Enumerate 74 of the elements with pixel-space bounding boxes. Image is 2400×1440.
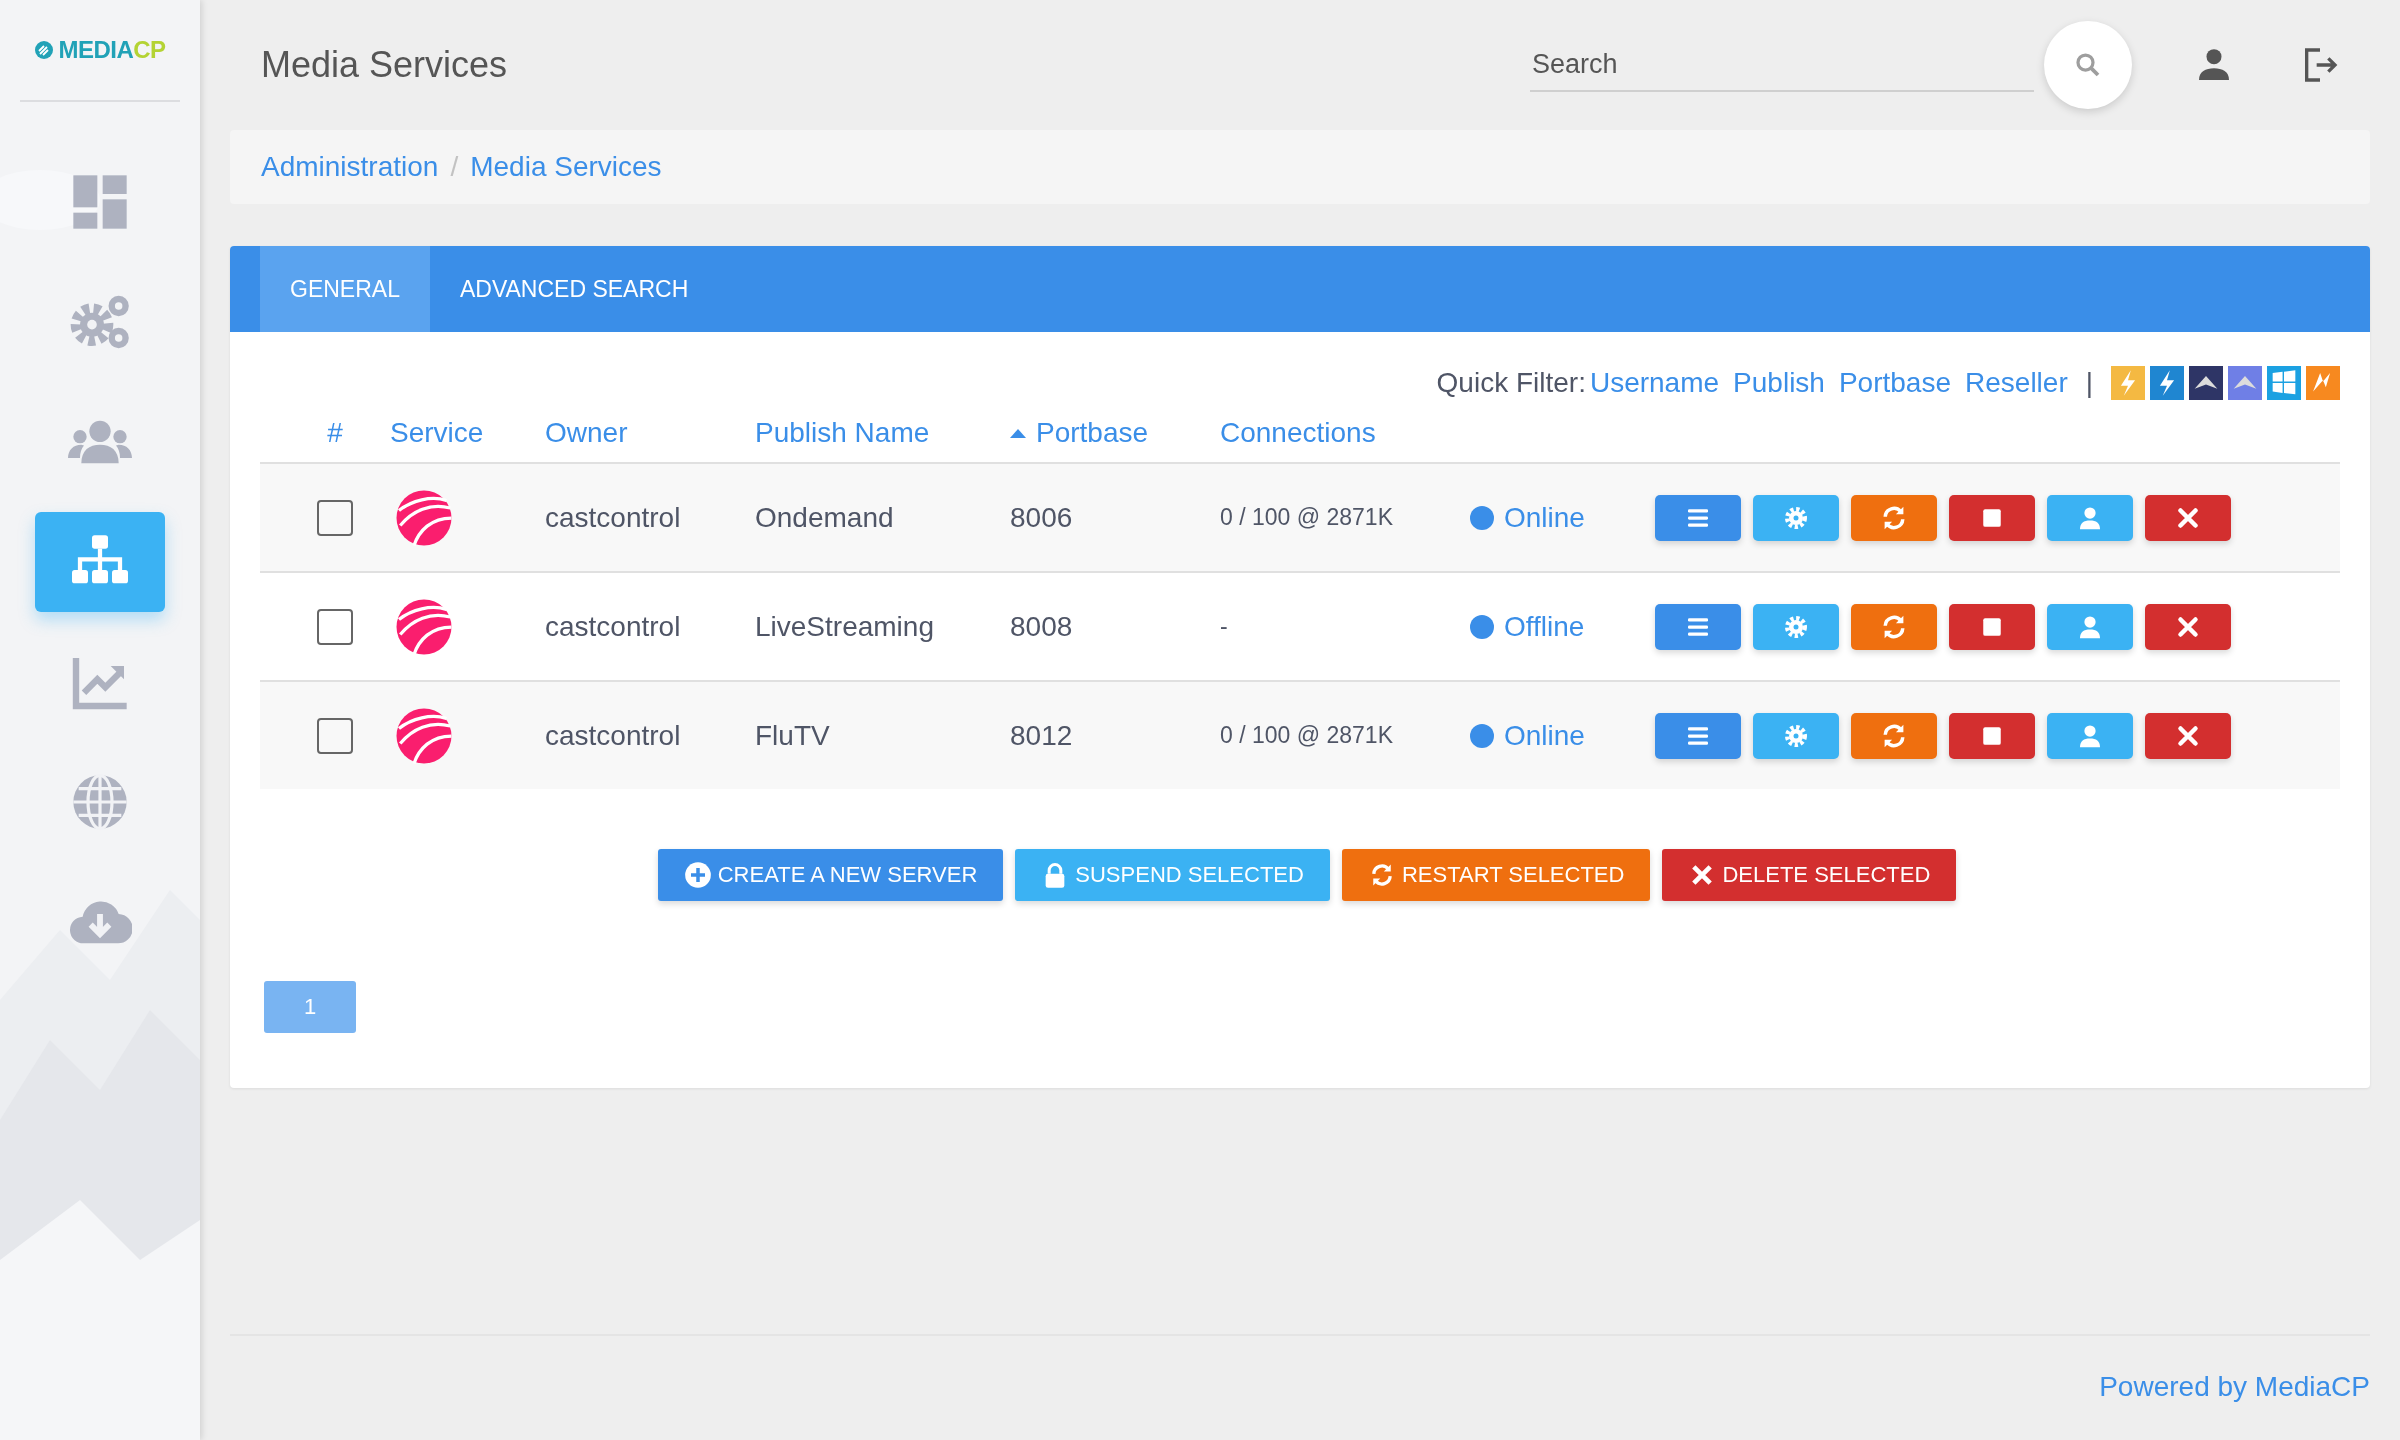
wings-icon[interactable] [2189,366,2223,400]
row-user-button[interactable] [2047,603,2133,650]
lightning-icon[interactable] [2306,366,2340,400]
column-header[interactable]: Portbase [1036,417,1149,449]
filter-link[interactable]: Reseller [1965,367,2068,399]
row-settings-button[interactable] [1753,603,1839,650]
column-header[interactable]: Publish Name [755,417,1010,449]
restart-button[interactable]: RESTART SELECTED [1341,849,1651,901]
page-button[interactable]: 1 [264,981,356,1033]
status-dot-icon [1470,505,1494,530]
suspend-button[interactable]: SUSPEND SELECTED [1015,849,1330,901]
row-user-button[interactable] [2047,712,2133,759]
checkbox[interactable] [317,608,353,645]
checkbox[interactable] [317,499,353,536]
table-cell-text: castcontrol [545,501,682,534]
row-restart-button[interactable] [1851,603,1937,650]
row-settings-button[interactable] [1753,712,1839,759]
tab[interactable]: GENERAL [260,246,430,332]
breadcrumb-link[interactable]: Media Services [470,151,662,183]
row-restart-button[interactable] [1851,494,1937,541]
logo-text: MEDIACP [58,36,166,64]
filter-link[interactable]: Username [1589,367,1720,399]
status-text: Online [1504,719,1585,752]
row-delete-button[interactable] [2145,494,2231,541]
filter-label: Quick Filter: [1436,367,1586,399]
column-header[interactable]: Connections [1220,417,1470,449]
row-user-button[interactable] [2047,494,2133,541]
footer-link[interactable]: Powered by MediaCP [2099,1371,2370,1405]
row-restart-button[interactable] [1851,712,1937,759]
row-menu-button[interactable] [1655,603,1741,650]
column-header[interactable]: Service [390,417,545,449]
page-title: Media Services [261,44,509,86]
checkbox[interactable] [317,717,353,754]
row-menu-button[interactable] [1655,712,1741,759]
row-settings-button[interactable] [1753,494,1839,541]
breadcrumb-link[interactable]: Administration [261,151,439,183]
table-cell-text: Ondemand [755,501,895,534]
row-delete-button[interactable] [2145,712,2231,759]
table-cell-text: 8006 [1010,501,1074,534]
search-field[interactable]: Search [1530,38,2034,92]
sidebar-item[interactable] [35,512,165,612]
windows-icon[interactable] [2267,366,2301,400]
table-cell-text: 0 / 100 @ 2871K [1220,504,1394,531]
status-dot-icon [1470,614,1494,639]
tab[interactable]: ADVANCED SEARCH [429,246,719,332]
status-text: Offline [1504,610,1585,643]
filter-link[interactable]: Portbase [1838,367,1951,399]
table-cell-text: - [1220,613,1229,640]
row-menu-button[interactable] [1655,494,1741,541]
table-cell-text: 8012 [1010,719,1074,752]
delete-button[interactable]: DELETE SELECTED [1662,849,1957,901]
lightning-icon[interactable] [2150,366,2184,400]
filter-link[interactable]: Publish [1733,367,1825,399]
create-button[interactable]: CREATE A NEW SERVER [657,849,1004,901]
lightning-icon[interactable] [2111,366,2145,400]
column-header[interactable]: # [260,417,390,449]
logo-icon [34,40,55,60]
table-cell-text: castcontrol [545,719,682,752]
table-cell-text: castcontrol [545,610,682,643]
row-stop-button[interactable] [1949,494,2035,541]
row-delete-button[interactable] [2145,603,2231,650]
status-text: Online [1504,501,1585,534]
row-stop-button[interactable] [1949,603,2035,650]
table-cell-text: FluTV [755,719,831,752]
row-stop-button[interactable] [1949,712,2035,759]
column-header[interactable]: Owner [545,417,755,449]
status-dot-icon [1470,723,1494,748]
separator-text: | [2085,367,2093,399]
breadcrumb-separator: / [450,151,459,183]
plus-circle-icon [683,861,712,889]
table-cell-text: 8008 [1010,610,1074,643]
table-cell-text: 0 / 100 @ 2871K [1220,722,1394,749]
search-button[interactable] [2044,21,2132,109]
table-cell-text: LiveStreaming [755,610,935,643]
